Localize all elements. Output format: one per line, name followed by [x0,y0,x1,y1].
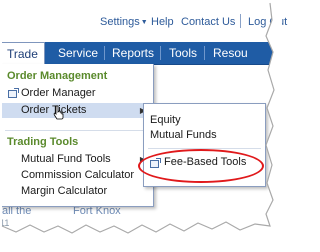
settings-link[interactable]: Settings▼ [100,16,148,28]
menu-item-label: Mutual Fund Tools [21,153,111,165]
tab-service[interactable]: Service [58,42,98,64]
tab-tools[interactable]: Tools [169,42,197,64]
caret-down-icon: ▼ [140,19,148,26]
section-heading-order-management: Order Management [7,70,108,82]
log-out-link[interactable]: Log Out [248,16,287,28]
help-link[interactable]: Help [151,16,174,28]
submenu-item-mutual-funds[interactable]: Mutual Funds [150,129,217,141]
menu-item-commission-calculator[interactable]: Commission Calculator [1,168,152,183]
highlight-annotation-oval [138,149,264,183]
menu-divider [5,130,147,131]
tab-reports[interactable]: Reports [112,42,154,64]
menu-item-label: Margin Calculator [21,185,108,197]
menu-item-mutual-fund-tools[interactable]: Mutual Fund Tools ▶ [1,152,152,167]
menu-item-order-tickets[interactable]: Order Tickets ▶ [1,103,152,118]
menu-item-label: Order Manager [21,87,96,99]
menu-item-margin-calculator[interactable]: Margin Calculator [1,184,152,199]
contact-us-link[interactable]: Contact Us [181,16,235,28]
divider [240,14,241,28]
nav-divider [204,46,205,60]
submenu-item-equity[interactable]: Equity [150,114,181,126]
utility-bar: Settings▼ Help Contact Us Log Out [0,12,287,34]
main-nav: Trade Service Reports Tools Resou [0,42,282,66]
menu-item-label: Commission Calculator [21,169,135,181]
menu-item-order-manager[interactable]: Order Manager [1,86,152,101]
page-number: 11 [0,218,10,228]
nav-divider [160,46,161,60]
section-heading-trading-tools: Trading Tools [7,136,79,148]
external-window-icon [8,88,19,98]
tab-resources[interactable]: Resou [213,42,248,64]
tab-trade[interactable]: Trade [0,42,45,66]
nav-divider [104,46,105,60]
hand-cursor-icon [53,105,64,120]
trade-dropdown-menu: Order Management Order Manager Order Tic… [0,64,154,207]
